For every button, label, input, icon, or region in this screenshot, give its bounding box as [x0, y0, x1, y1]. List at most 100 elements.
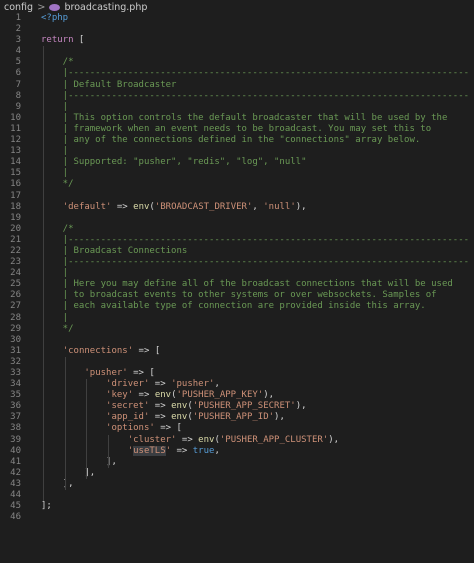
line-number: 7 — [15, 79, 21, 90]
code-line[interactable]: 11 | framework when an event needs to be… — [0, 124, 474, 135]
code-line[interactable]: 36 'secret' => env('PUSHER_APP_SECRET'), — [0, 401, 474, 412]
line-number: 6 — [15, 68, 21, 79]
line-number: 24 — [10, 268, 21, 279]
line-content: 'default' => env('BROADCAST_DRIVER', 'nu… — [41, 202, 307, 212]
code-token: 'cluster' — [127, 434, 177, 445]
code-line[interactable]: 29 */ — [0, 324, 474, 335]
line-content: |---------------------------------------… — [41, 91, 469, 101]
line-content: | each available type of connection are … — [41, 301, 426, 311]
code-line[interactable]: 41 ], — [0, 457, 474, 468]
breadcrumb-file[interactable]: broadcasting.php — [64, 2, 147, 13]
code-token: 'PUSHER_APP_CLUSTER' — [219, 434, 329, 445]
code-token: env — [171, 412, 188, 423]
code-line[interactable]: 27 | each available type of connection a… — [0, 301, 474, 312]
code-token: | Here you may define all of the broadca… — [41, 279, 453, 290]
code-line[interactable]: 8 |-------------------------------------… — [0, 91, 474, 102]
code-line[interactable]: 21 |------------------------------------… — [0, 235, 474, 246]
code-token: |---------------------------------------… — [41, 257, 470, 268]
code-line[interactable]: 6 |-------------------------------------… — [0, 68, 474, 79]
line-content: ]; — [41, 501, 52, 511]
line-number: 34 — [10, 379, 21, 390]
code-line[interactable]: 40 'useTLS' => true, — [0, 445, 474, 457]
code-line[interactable]: 44 — [0, 490, 474, 501]
breadcrumb-folder[interactable]: config — [0, 2, 33, 13]
code-token: 'default' — [62, 201, 112, 212]
code-token: | any of the connections defined in the … — [41, 135, 421, 146]
code-line[interactable]: 26 | to broadcast events to other system… — [0, 290, 474, 301]
line-content: | framework when an event needs to be br… — [41, 124, 431, 134]
code-line[interactable]: 35 'key' => env('PUSHER_APP_KEY'), — [0, 390, 474, 401]
line-number: 19 — [10, 212, 21, 223]
line-content: | — [41, 146, 68, 156]
code-line[interactable]: 31 'connections' => [ — [0, 346, 474, 357]
code-token: 'key' — [106, 390, 134, 401]
code-token: => — [133, 390, 155, 401]
code-line[interactable]: 39 'cluster' => env('PUSHER_APP_CLUSTER'… — [0, 435, 474, 446]
chevron-right-icon: > — [37, 1, 46, 13]
line-number: 26 — [10, 290, 21, 301]
code-token: | Default Broadcaster — [41, 79, 177, 90]
code-line[interactable]: 23 |------------------------------------… — [0, 257, 474, 268]
code-line[interactable]: 5 /* — [0, 57, 474, 68]
code-line[interactable]: 16 */ — [0, 179, 474, 190]
code-line[interactable]: 17 — [0, 191, 474, 202]
code-token: 'options' — [106, 423, 155, 434]
line-content: 'secret' => env('PUSHER_APP_SECRET'), — [41, 401, 307, 411]
code-line[interactable]: 30 — [0, 335, 474, 346]
line-number: 9 — [15, 101, 21, 112]
line-number: 8 — [15, 90, 21, 101]
code-line[interactable]: 4 — [0, 46, 474, 57]
code-line[interactable]: 42 ], — [0, 468, 474, 479]
code-line[interactable]: 43 ], — [0, 479, 474, 490]
code-line[interactable]: 14 | Supported: "pusher", "redis", "log"… — [0, 157, 474, 168]
code-line[interactable]: 37 'app_id' => env('PUSHER_APP_ID'), — [0, 412, 474, 423]
code-line[interactable]: 33 'pusher' => [ — [0, 368, 474, 379]
line-number: 5 — [15, 57, 21, 68]
line-number: 11 — [10, 123, 21, 134]
code-line[interactable]: 10 | This option controls the default br… — [0, 113, 474, 124]
code-token: , — [252, 201, 264, 212]
code-line[interactable]: 22 | Broadcast Connections — [0, 246, 474, 257]
code-token: ], — [41, 478, 74, 489]
line-content: | Supported: "pusher", "redis", "log", "… — [41, 157, 307, 167]
code-token: | This option controls the default broad… — [41, 112, 448, 123]
code-line[interactable]: 13 | — [0, 146, 474, 157]
code-line[interactable]: 2 — [0, 24, 474, 35]
code-token: */ — [41, 323, 74, 334]
code-line[interactable]: 28 | — [0, 313, 474, 324]
code-line[interactable]: 19 — [0, 213, 474, 224]
code-token: 'null' — [263, 201, 296, 212]
code-editor[interactable]: config > broadcasting.php 1 <?php 2 3 return… — [0, 0, 474, 563]
code-line[interactable]: 24 | — [0, 268, 474, 279]
code-area[interactable]: 1 <?php 2 3 return [4 5 /* 6 |----------------… — [0, 13, 474, 523]
code-line[interactable]: 7 | Default Broadcaster — [0, 80, 474, 91]
line-number: 10 — [10, 112, 21, 123]
code-line[interactable]: 3 return [ — [0, 35, 474, 46]
line-number: 28 — [10, 312, 21, 323]
line-content: return [ — [41, 35, 84, 45]
code-line[interactable]: 45]; — [0, 501, 474, 512]
code-line[interactable]: 20 /* — [0, 224, 474, 235]
code-token: | — [41, 312, 69, 323]
code-token: 'pusher' — [84, 368, 128, 378]
code-line[interactable]: 18 'default' => env('BROADCAST_DRIVER', … — [0, 202, 474, 213]
code-line[interactable]: 46 — [0, 512, 474, 523]
code-token: ), — [295, 401, 307, 412]
code-token: |---------------------------------------… — [41, 234, 470, 245]
code-line[interactable]: 34 'driver' => 'pusher', — [0, 379, 474, 390]
line-content: |---------------------------------------… — [41, 257, 469, 267]
code-token: ), — [328, 434, 340, 445]
code-line[interactable]: 9 | — [0, 102, 474, 113]
code-line[interactable]: 25 | Here you may define all of the broa… — [0, 279, 474, 290]
code-line[interactable]: 12 | any of the connections defined in t… — [0, 135, 474, 146]
line-number: 15 — [10, 168, 21, 179]
code-line[interactable]: 32 — [0, 357, 474, 368]
code-line[interactable]: 38 'options' => [ — [0, 423, 474, 434]
code-line[interactable]: 15 | — [0, 168, 474, 179]
code-line[interactable]: 1 <?php — [0, 13, 474, 24]
